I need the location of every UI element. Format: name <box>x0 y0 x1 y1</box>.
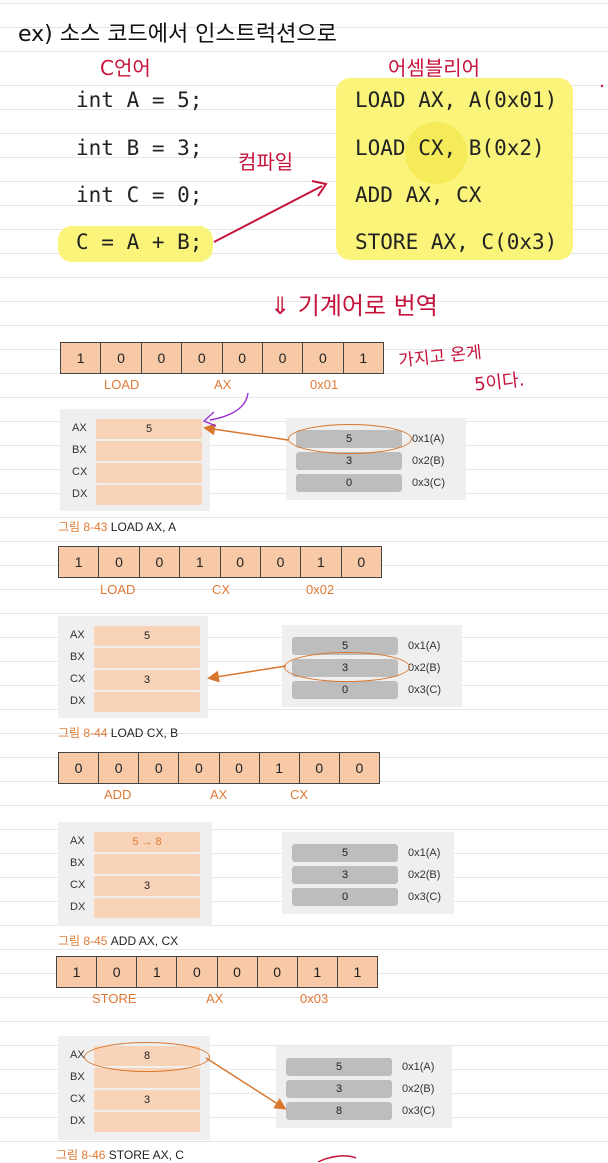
compile-arrow <box>213 185 323 243</box>
load-arrow <box>203 423 289 441</box>
load-arrow <box>207 665 287 683</box>
store-arrow <box>205 1057 287 1110</box>
annotation-overlay <box>202 84 604 1162</box>
bottom-ink-stroke <box>317 1155 357 1162</box>
purple-annotation-arrow <box>202 392 249 427</box>
ink-dot <box>600 84 604 88</box>
